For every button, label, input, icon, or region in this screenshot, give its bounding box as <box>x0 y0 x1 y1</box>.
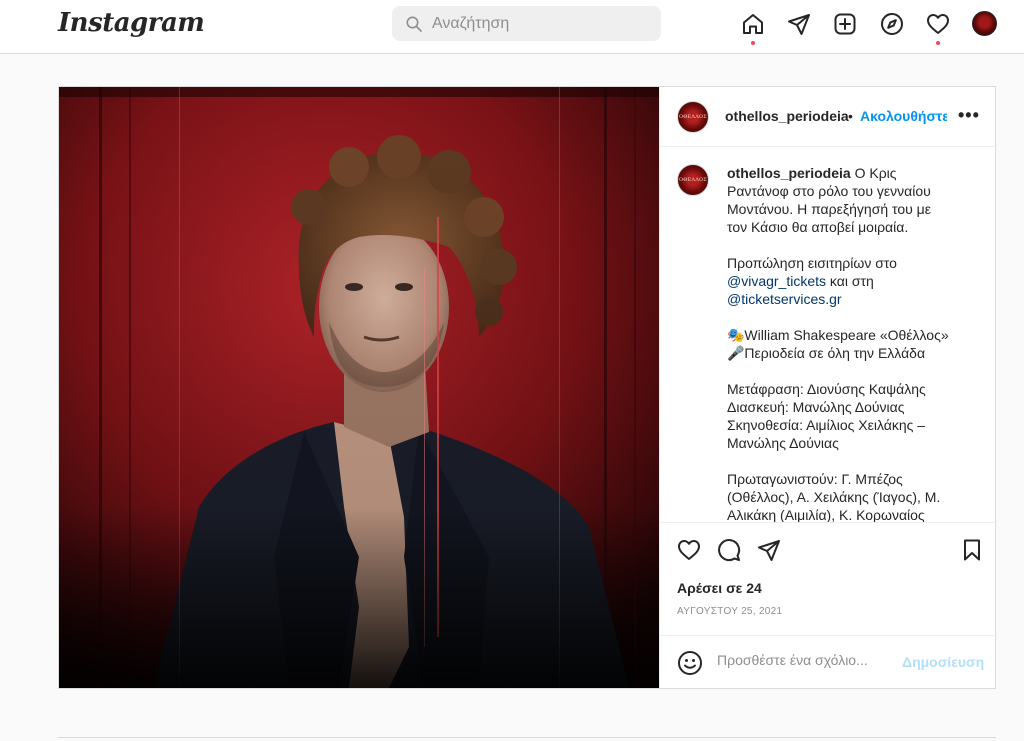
save-button[interactable] <box>959 537 985 563</box>
avatar-logo-text: ΟΘΕΛΛΟΣ <box>678 114 708 120</box>
heart-icon <box>678 540 700 560</box>
post-author-username[interactable]: othellos_periodeia <box>725 108 849 124</box>
more-options-icon[interactable]: ••• <box>958 105 980 126</box>
post-author-avatar[interactable]: ΟΘΕΛΛΟΣ <box>677 101 709 133</box>
post-actions-bar <box>676 537 986 565</box>
search-icon <box>406 16 422 32</box>
follow-button[interactable]: Ακολουθήστε <box>860 108 947 124</box>
post-photo-portrait <box>59 87 659 688</box>
presale-prefix: Προπώληση εισιτηρίων στο <box>727 255 897 271</box>
add-comment-bar: Δημοσίευση <box>660 635 997 688</box>
comment-button[interactable] <box>716 537 742 563</box>
activity-heart-icon <box>927 14 949 34</box>
post-caption: othellos_periodeia Ο Κρις Ραντάνοφ στο ρ… <box>727 164 952 523</box>
caption-scroll-area[interactable]: ΟΘΕΛΛΟΣ othellos_periodeia Ο Κρις Ραντάν… <box>660 148 997 523</box>
caption-direction-line: Σκηνοθεσία: Αιμίλιος Χειλάκης – Μανώλης … <box>727 417 926 451</box>
caption-tour-line: 🎤Περιοδεία σε όλη την Ελλάδα <box>727 345 926 361</box>
caption-cast-line: Πρωταγωνιστούν: Γ. Μπέζος (Οθέλλος), Α. … <box>727 471 941 523</box>
activity-notification-dot <box>936 41 940 45</box>
caption-author-avatar[interactable]: ΟΘΕΛΛΟΣ <box>677 164 709 196</box>
share-icon <box>758 540 780 561</box>
home-button[interactable] <box>740 11 766 37</box>
direct-message-icon <box>788 14 810 35</box>
home-notification-dot <box>751 41 755 45</box>
likes-count[interactable]: Αρέσει σε 24 <box>677 580 762 596</box>
bookmark-icon <box>964 539 980 561</box>
post-date[interactable]: ΑΥΓΟΥΣΤΟΥ 25, 2021 <box>677 606 782 617</box>
search-box[interactable] <box>392 6 661 41</box>
activity-button[interactable] <box>925 11 951 37</box>
mention-vivagr[interactable]: @vivagr_tickets <box>727 273 826 289</box>
post-details-panel: ΟΘΕΛΛΟΣ othellos_periodeia • Ακολουθήστε… <box>659 87 997 688</box>
new-post-button[interactable] <box>832 11 858 37</box>
new-post-icon <box>834 13 856 35</box>
page-divider <box>58 737 996 738</box>
post-image[interactable] <box>59 87 659 688</box>
emoji-icon <box>678 651 702 675</box>
mention-ticketservices[interactable]: @ticketservices.gr <box>727 291 842 307</box>
home-icon <box>743 14 763 34</box>
publish-comment-button[interactable]: Δημοσίευση <box>902 654 984 670</box>
share-button[interactable] <box>756 537 782 563</box>
explore-button[interactable] <box>879 11 905 37</box>
top-navigation-bar: Instagram <box>0 0 1024 54</box>
caption-play-line: 🎭William Shakespeare «Οθέλλος» <box>727 327 949 343</box>
like-button[interactable] <box>676 537 702 563</box>
explore-icon <box>881 13 903 35</box>
post-card: ΟΘΕΛΛΟΣ othellos_periodeia • Ακολουθήστε… <box>58 86 997 689</box>
comment-input[interactable] <box>717 652 887 668</box>
search-input[interactable] <box>432 14 632 33</box>
profile-avatar[interactable] <box>972 11 997 36</box>
presale-middle: και στη <box>829 273 874 289</box>
caption-avatar-logo-text: ΟΘΕΛΛΟΣ <box>678 177 708 183</box>
direct-button[interactable] <box>786 11 812 37</box>
header-separator: • <box>848 108 853 124</box>
comment-icon <box>718 539 741 562</box>
post-header: ΟΘΕΛΛΟΣ othellos_periodeia • Ακολουθήστε… <box>660 87 997 147</box>
emoji-button[interactable] <box>677 650 703 676</box>
caption-translation-line: Μετάφραση: Διονύσης Καψάλης <box>727 381 926 397</box>
caption-adaptation-line: Διασκευή: Μανώλης Δούνιας <box>727 399 905 415</box>
instagram-logo[interactable]: Instagram <box>58 8 205 38</box>
caption-username[interactable]: othellos_periodeia <box>727 165 851 181</box>
